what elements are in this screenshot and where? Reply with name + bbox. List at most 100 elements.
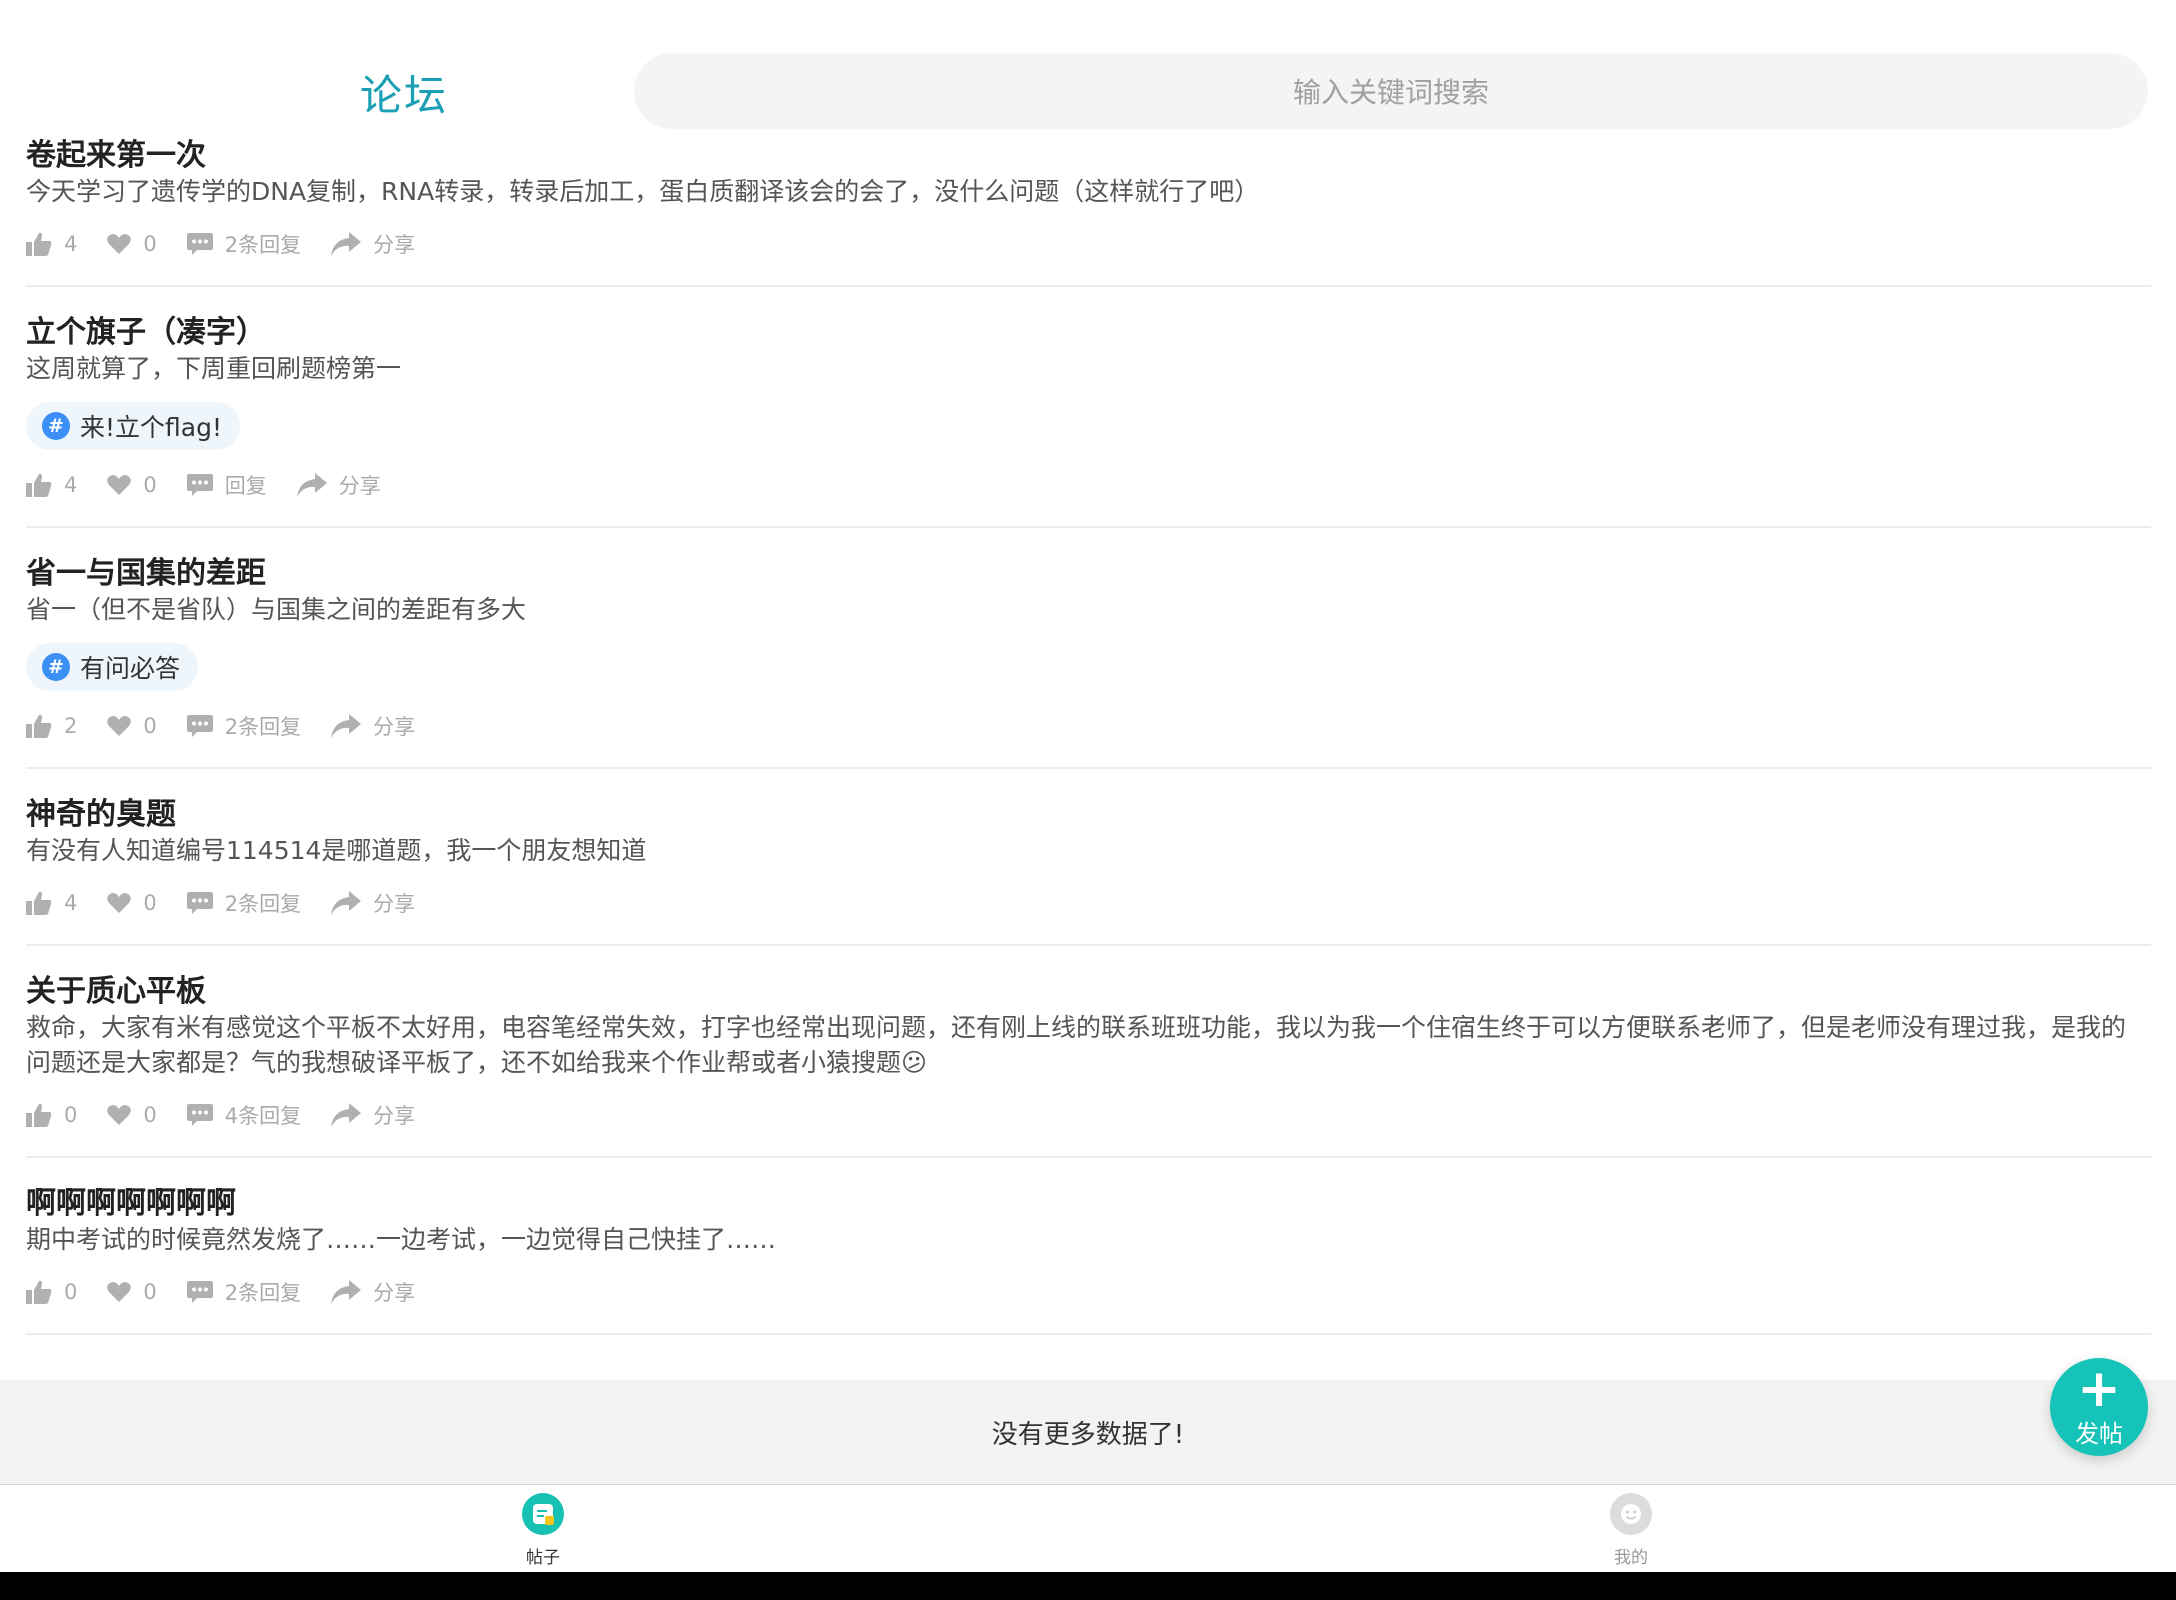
post-item[interactable]: 啊啊啊啊啊啊啊 期中考试的时候竟然发烧了……一边考试，一边觉得自己快挂了…… 0… (26, 1158, 2151, 1335)
bottom-tab-bar: 帖子 我的 (0, 1484, 2176, 1572)
favorite-count: 0 (143, 891, 157, 915)
reply-button[interactable]: 2条回复 (186, 888, 302, 918)
topic-tag[interactable]: # 有问必答 (26, 643, 199, 691)
reply-count: 回复 (224, 474, 267, 498)
post-title[interactable]: 神奇的臭题 (26, 769, 2151, 833)
thumbs-up-icon (26, 232, 52, 256)
post-actions: 2 0 2条回复 分享 (26, 691, 2151, 761)
page-title: 论坛 (360, 71, 449, 120)
like-button[interactable]: 4 (26, 891, 77, 915)
share-button[interactable]: 分享 (296, 470, 381, 500)
share-button[interactable]: 分享 (331, 1100, 415, 1130)
like-count: 0 (64, 1103, 78, 1127)
heart-icon (107, 1105, 132, 1125)
like-button[interactable]: 4 (26, 232, 77, 256)
share-button[interactable]: 分享 (331, 888, 415, 918)
system-navigation-bar (0, 1572, 2176, 1600)
reply-button[interactable]: 回复 (186, 470, 267, 500)
tab-mine-label: 我的 (1614, 1548, 1648, 1568)
favorite-count: 0 (143, 232, 157, 256)
share-icon (296, 473, 327, 497)
post-body: 省一（但不是省队）与国集之间的差距有多大 (26, 595, 527, 624)
favorite-button[interactable]: 0 (107, 1103, 157, 1127)
like-button[interactable]: 2 (26, 714, 77, 738)
tab-posts-label: 帖子 (526, 1548, 560, 1568)
favorite-count: 0 (143, 473, 157, 497)
thumbs-up-icon (26, 714, 52, 738)
share-icon (331, 1103, 362, 1127)
like-count: 2 (64, 714, 78, 738)
post-body: 期中考试的时候竟然发烧了……一边考试，一边觉得自己快挂了…… (26, 1225, 777, 1254)
new-post-button[interactable]: + 发帖 (2050, 1358, 2148, 1456)
post-title[interactable]: 关于质心平板 (26, 946, 2151, 1010)
reply-button[interactable]: 2条回复 (186, 229, 301, 259)
no-more-data-label: 没有更多数据了! (0, 1380, 2176, 1484)
like-button[interactable]: 0 (26, 1280, 77, 1304)
post-actions: 4 0 2条回复 分享 (26, 868, 2151, 938)
post-item[interactable]: 立个旗子（凑字） 这周就算了，下周重回刷题榜第一 # 来!立个flag! 4 0 (26, 287, 2151, 528)
topic-tag[interactable]: # 来!立个flag! (26, 402, 240, 450)
post-title[interactable]: 卷起来第一次 (26, 136, 2151, 174)
heart-icon (107, 716, 132, 736)
post-list[interactable]: 卷起来第一次 今天学习了遗传学的DNA复制，RNA转录，转录后加工，蛋白质翻译该… (0, 136, 2176, 1380)
post-item[interactable]: 省一与国集的差距 省一（但不是省队）与国集之间的差距有多大 # 有问必答 2 0 (26, 528, 2151, 769)
favorite-button[interactable]: 0 (107, 232, 157, 256)
post-body: 救命，大家有米有感觉这个平板不太好用，电容笔经常失效，打字也经常出现问题，还有刚… (26, 1013, 2127, 1077)
search-input[interactable]: 输入关键词搜索 (634, 53, 2148, 129)
share-button[interactable]: 分享 (331, 229, 415, 259)
hashtag-icon: # (42, 412, 70, 440)
comment-icon (186, 892, 213, 914)
comment-icon (186, 715, 213, 737)
comment-icon (186, 1104, 213, 1126)
comment-icon (186, 474, 213, 496)
thumbs-up-icon (26, 1103, 52, 1127)
post-title[interactable]: 省一与国集的差距 (26, 528, 2151, 592)
share-label: 分享 (338, 474, 381, 498)
post-item[interactable]: 神奇的臭题 有没有人知道编号114514是哪道题，我一个朋友想知道 4 0 2条… (26, 769, 2151, 946)
like-count: 4 (64, 473, 78, 497)
like-button[interactable]: 0 (26, 1103, 77, 1127)
post-body: 今天学习了遗传学的DNA复制，RNA转录，转录后加工，蛋白质翻译该会的会了，没什… (26, 177, 1260, 206)
post-item[interactable]: 关于质心平板 救命，大家有米有感觉这个平板不太好用，电容笔经常失效，打字也经常出… (26, 946, 2151, 1158)
share-button[interactable]: 分享 (331, 711, 415, 741)
post-item[interactable]: 卷起来第一次 今天学习了遗传学的DNA复制，RNA转录，转录后加工，蛋白质翻译该… (26, 136, 2151, 287)
post-body: 有没有人知道编号114514是哪道题，我一个朋友想知道 (26, 836, 647, 865)
post-actions: 0 0 2条回复 分享 (26, 1257, 2151, 1327)
share-label: 分享 (373, 892, 416, 916)
hashtag-icon: # (42, 653, 70, 681)
heart-icon (107, 234, 132, 254)
reply-button[interactable]: 2条回复 (186, 711, 302, 741)
reply-button[interactable]: 4条回复 (186, 1100, 302, 1130)
favorite-button[interactable]: 0 (107, 1280, 157, 1304)
share-icon (331, 232, 362, 256)
reply-count: 4条回复 (224, 1104, 302, 1128)
share-label: 分享 (373, 233, 416, 257)
post-title[interactable]: 立个旗子（凑字） (26, 287, 2151, 351)
share-icon (331, 1280, 362, 1304)
post-body: 这周就算了，下周重回刷题榜第一 (26, 354, 402, 383)
like-button[interactable]: 4 (26, 473, 77, 497)
share-label: 分享 (373, 1104, 416, 1128)
thumbs-up-icon (26, 473, 52, 497)
favorite-button[interactable]: 0 (107, 473, 157, 497)
reply-count: 2条回复 (224, 715, 302, 739)
tab-mine[interactable]: 我的 (1571, 1493, 1691, 1568)
favorite-button[interactable]: 0 (107, 891, 157, 915)
post-actions: 4 0 回复 分享 (26, 450, 2151, 520)
post-actions: 0 0 4条回复 分享 (26, 1080, 2151, 1150)
like-count: 0 (64, 1280, 78, 1304)
comment-icon (186, 233, 213, 255)
reply-count: 2条回复 (224, 1281, 302, 1305)
tab-posts[interactable]: 帖子 (483, 1493, 603, 1568)
like-count: 4 (64, 232, 78, 256)
thumbs-up-icon (26, 1280, 52, 1304)
share-icon (331, 714, 362, 738)
share-button[interactable]: 分享 (331, 1277, 415, 1307)
reply-count: 2条回复 (224, 892, 302, 916)
favorite-count: 0 (143, 714, 157, 738)
topic-tag-label: 有问必答 (80, 654, 181, 683)
app-header: 论坛 输入关键词搜索 (0, 0, 2176, 136)
reply-button[interactable]: 2条回复 (186, 1277, 302, 1307)
post-title[interactable]: 啊啊啊啊啊啊啊 (26, 1158, 2151, 1222)
favorite-button[interactable]: 0 (107, 714, 157, 738)
